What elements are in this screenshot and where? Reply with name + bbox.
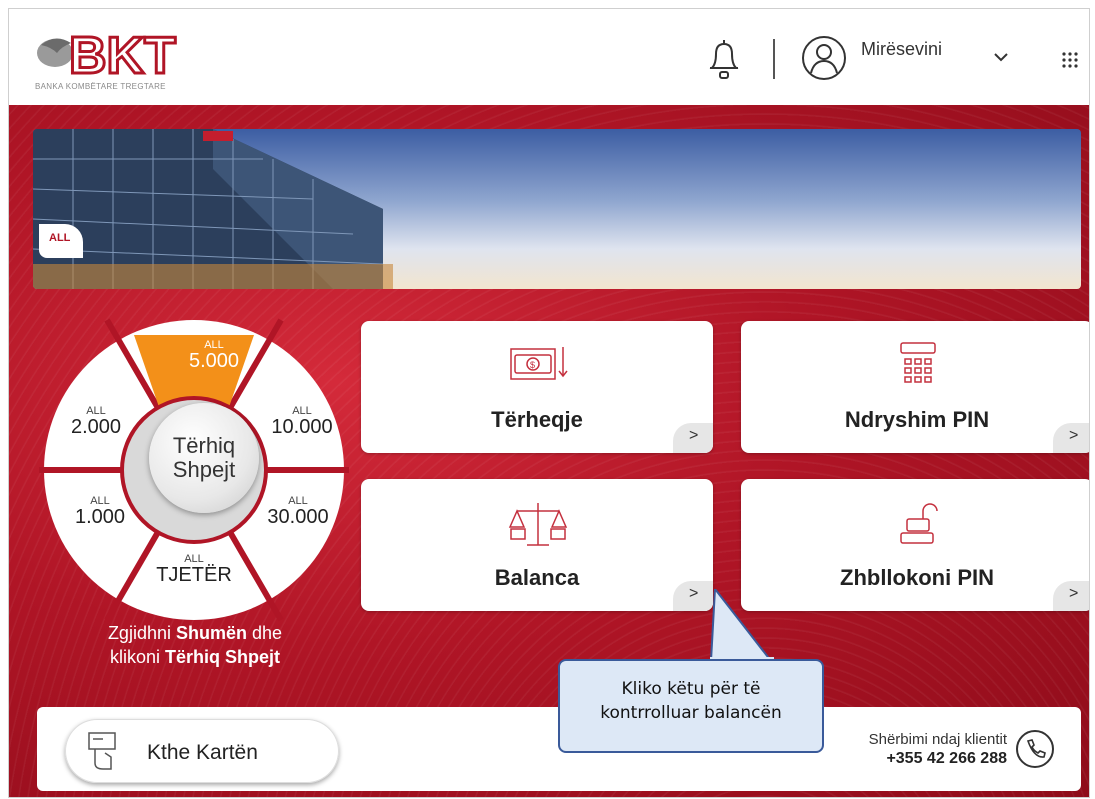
customer-service: Shërbimi ndaj klientit +355 42 266 288 bbox=[827, 731, 1007, 768]
amount-30000[interactable]: ALL 30.000 bbox=[253, 495, 343, 527]
quick-withdraw-line1: Tërhiq bbox=[172, 433, 236, 458]
change-pin-arrow[interactable]: > bbox=[1053, 423, 1089, 453]
notification-bell-icon[interactable] bbox=[704, 36, 744, 82]
phone-icon[interactable] bbox=[1015, 729, 1055, 769]
logo-letters: BKT bbox=[69, 27, 176, 85]
card-hand-icon bbox=[88, 732, 116, 770]
currency-tag: ALL bbox=[39, 224, 83, 258]
balance-scale-icon bbox=[508, 503, 568, 546]
balance-tile[interactable]: Balanca > bbox=[361, 479, 713, 611]
change-pin-tile[interactable]: Ndryshim PIN > bbox=[741, 321, 1089, 453]
unlock-pin-label: Zhbllokoni PIN bbox=[840, 565, 994, 590]
wheel-hint: Zgjidhni Shumën dhe klikoni Tërhiq Shpej… bbox=[107, 623, 283, 667]
unlock-pin-icon bbox=[900, 503, 938, 544]
chevron-down-icon[interactable] bbox=[993, 51, 1009, 63]
callout-pointer bbox=[709, 589, 774, 669]
user-avatar-icon[interactable] bbox=[801, 35, 847, 81]
service-label: Shërbimi ndaj klientit bbox=[868, 731, 1007, 748]
amount-10000[interactable]: ALL 10.000 bbox=[257, 405, 347, 437]
withdraw-tile[interactable]: $ Tërheqje > bbox=[361, 321, 713, 453]
quick-withdraw-line2: Shpejt bbox=[172, 457, 236, 482]
header-divider bbox=[773, 39, 775, 79]
cash-withdraw-icon: $ bbox=[510, 347, 568, 380]
help-callout: Kliko këtu për të kontrrolluar balancën bbox=[558, 659, 824, 753]
unlock-pin-arrow[interactable]: > bbox=[1053, 581, 1089, 611]
apps-grid-icon[interactable] bbox=[1061, 51, 1079, 69]
building-banner bbox=[33, 129, 1081, 289]
building-image bbox=[33, 129, 393, 289]
amount-other[interactable]: ALL TJETËR bbox=[149, 553, 239, 585]
return-card-label: Kthe Kartën bbox=[147, 741, 258, 764]
amount-5000[interactable]: ALL 5.000 bbox=[169, 339, 259, 371]
currency-tag-label: ALL bbox=[49, 232, 71, 244]
pin-keypad-icon bbox=[900, 342, 936, 383]
unlock-pin-tile[interactable]: Zhbllokoni PIN > bbox=[741, 479, 1089, 611]
service-phone: +355 42 266 288 bbox=[886, 750, 1007, 767]
amount-1000[interactable]: ALL 1.000 bbox=[55, 495, 145, 527]
withdraw-arrow[interactable]: > bbox=[673, 423, 713, 453]
quick-withdraw-button[interactable]: Tërhiq Shpejt bbox=[149, 403, 259, 513]
change-pin-label: Ndryshim PIN bbox=[844, 407, 990, 432]
logo-subtitle: BANKA KOMBËTARE TREGTARE bbox=[35, 82, 166, 91]
atm-screen: BKT BANKA KOMBËTARE TREGTARE Mirësevini bbox=[8, 8, 1090, 798]
amount-2000[interactable]: ALL 2.000 bbox=[51, 405, 141, 437]
welcome-text: Mirësevini bbox=[861, 39, 943, 59]
header: BKT BANKA KOMBËTARE TREGTARE Mirësevini bbox=[9, 9, 1089, 105]
withdraw-label: Tërheqje bbox=[491, 407, 583, 432]
callout-line1: Kliko këtu për të bbox=[621, 679, 761, 699]
svg-text:$: $ bbox=[530, 360, 535, 370]
return-card-button[interactable]: Kthe Kartën bbox=[65, 719, 339, 783]
balance-label: Balanca bbox=[494, 565, 580, 590]
callout-line2: kontrrolluar balancën bbox=[600, 703, 782, 723]
